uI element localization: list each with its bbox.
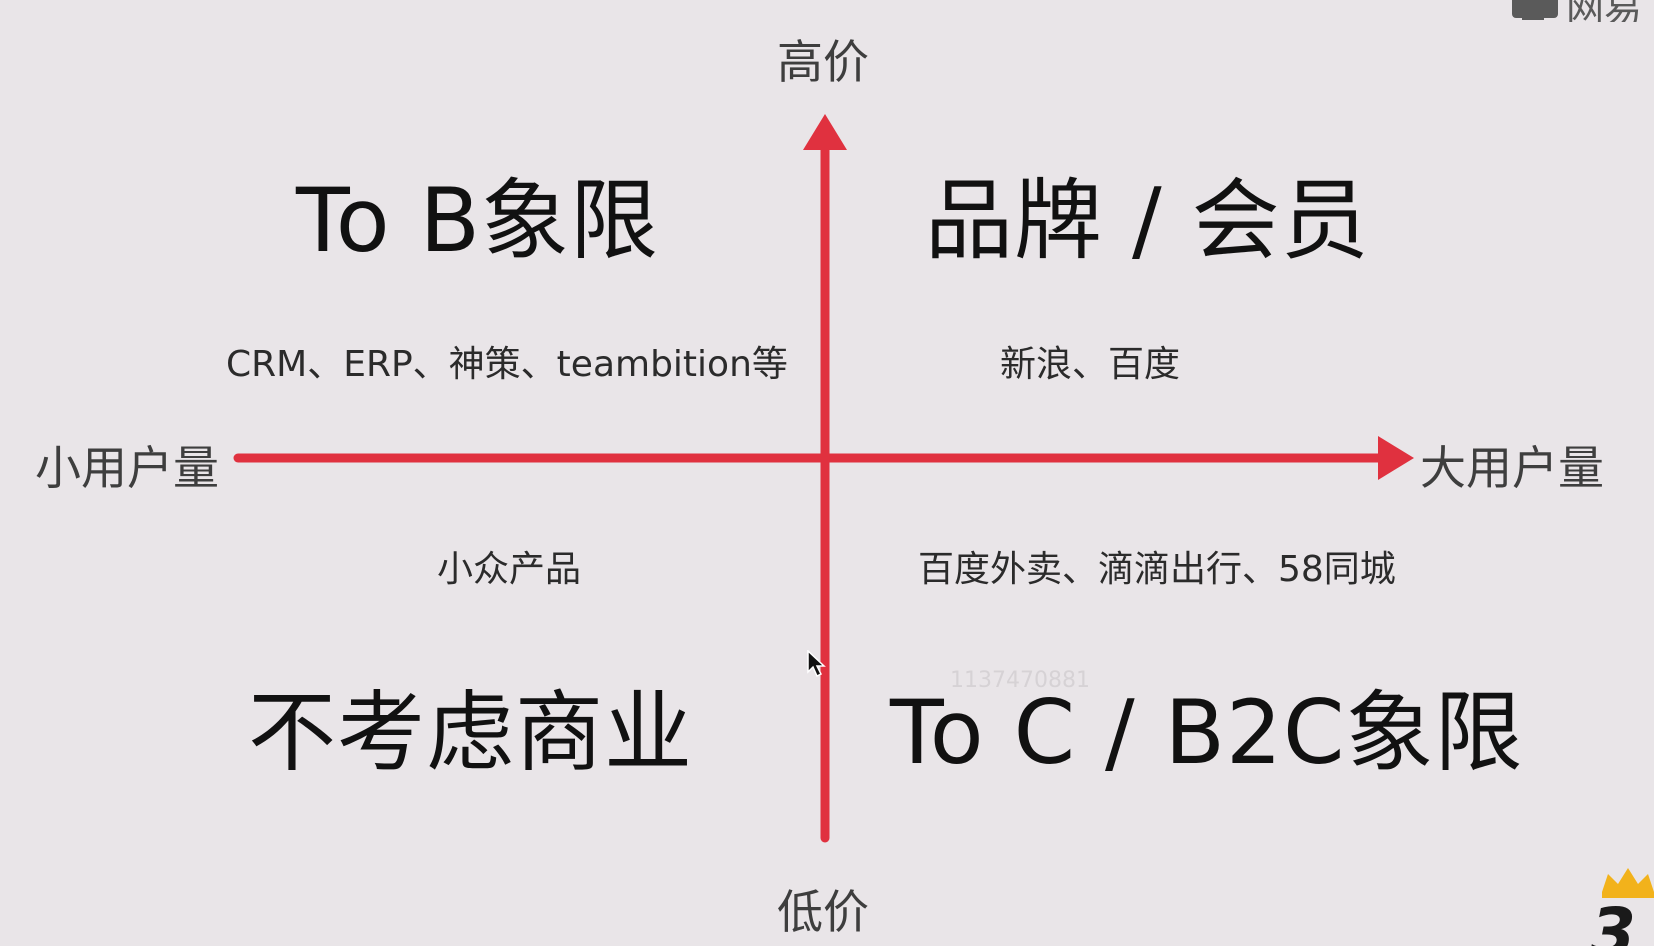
site-logo: 网易 [1504, 0, 1654, 22]
quadrant-example-top-left: CRM、ERP、神策、teambition等 [226, 344, 788, 385]
vertical-axis [803, 114, 847, 843]
corner-badge-text: 3 [1590, 894, 1636, 946]
quadrant-title-top-right: 品牌 / 会员 [925, 169, 1370, 272]
axis-label-low-price: 低价 [777, 885, 869, 939]
axis-label-small-user-volume: 小用户量 [35, 441, 219, 495]
axis-label-high-price: 高价 [777, 35, 869, 89]
right-arrowhead-icon [1378, 436, 1414, 480]
mouse-cursor-icon [807, 650, 826, 678]
quadrant-example-bottom-right: 百度外卖、滴滴出行、58同城 [918, 549, 1396, 590]
corner-badge: 3 [1582, 866, 1654, 946]
quadrant-example-bottom-left: 小众产品 [437, 549, 582, 590]
quadrant-example-top-right: 新浪、百度 [1000, 344, 1181, 385]
watermark-id: 1137470881 [950, 668, 1090, 693]
up-arrowhead-icon [803, 114, 847, 150]
site-logo-text: 网易 [1566, 0, 1643, 22]
quadrant-title-top-left: To B象限 [296, 169, 659, 272]
quadrant-title-bottom-left: 不考虑商业 [248, 681, 694, 784]
quadrant-axes [233, 114, 1414, 843]
axis-label-large-user-volume: 大用户量 [1420, 441, 1604, 495]
